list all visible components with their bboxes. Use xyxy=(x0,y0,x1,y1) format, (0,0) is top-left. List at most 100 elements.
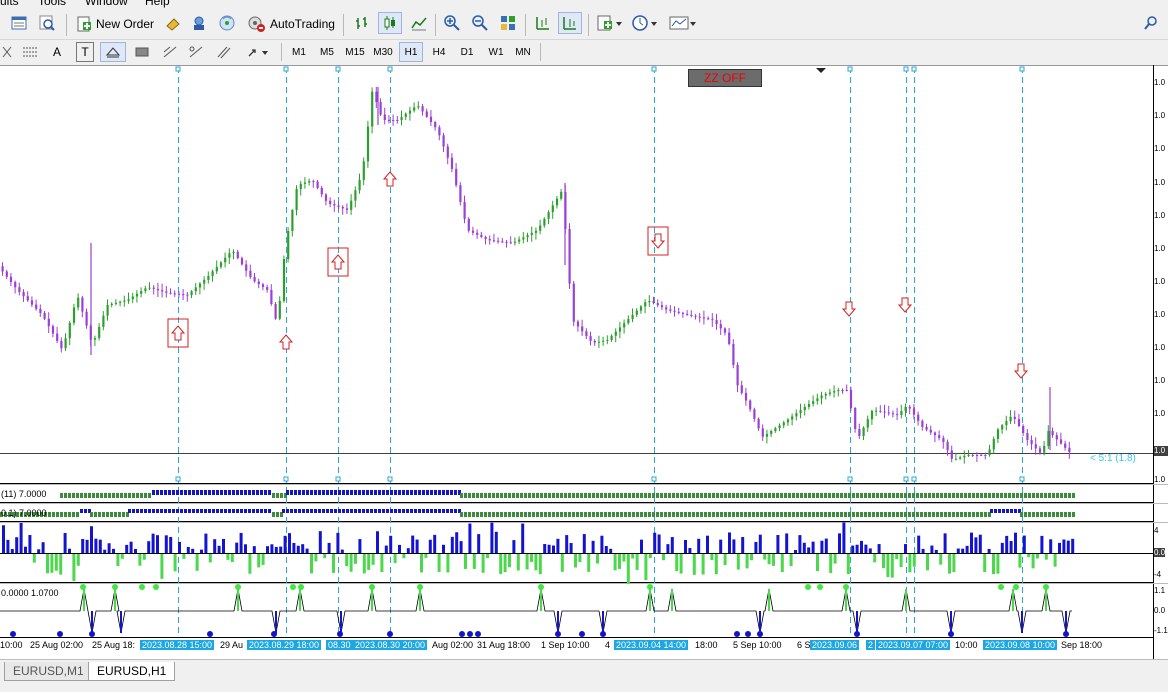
indicator-bar xyxy=(548,493,551,498)
autotrading-button[interactable]: AutoTrading xyxy=(244,12,346,36)
signal-line-handle[interactable] xyxy=(651,66,657,72)
indicator-bar xyxy=(232,490,235,495)
periods-dropdown-icon[interactable] xyxy=(630,12,660,34)
indicator-bar xyxy=(924,512,927,517)
indicator-bar xyxy=(904,512,907,517)
search-icon[interactable] xyxy=(1140,12,1162,34)
zoom-in-icon[interactable] xyxy=(441,12,463,34)
terminal-icon[interactable] xyxy=(188,12,210,34)
indicator-bar xyxy=(990,509,993,513)
histogram-bar xyxy=(266,546,269,553)
indicator-bar xyxy=(350,490,353,495)
candle-body xyxy=(841,390,844,391)
signal-line-handle[interactable] xyxy=(911,476,917,482)
candlestick-chart-icon[interactable] xyxy=(378,12,402,34)
signal-line-handle[interactable] xyxy=(387,66,393,72)
market-watch-icon[interactable] xyxy=(8,12,30,34)
navigator-zoom-icon[interactable] xyxy=(36,12,58,34)
trendline-tool-icon[interactable] xyxy=(160,42,180,62)
histogram-bar xyxy=(974,537,978,553)
menu-item-help[interactable]: Help xyxy=(145,0,170,8)
signal-line-handle[interactable] xyxy=(335,476,341,482)
menu-item-charts[interactable]: ults xyxy=(0,0,19,8)
indicator-bar xyxy=(362,509,365,513)
signals-icon[interactable] xyxy=(216,12,238,34)
indicator-bar xyxy=(688,493,691,498)
chart-window[interactable]: ZZ OFF < 5:1 (1.8) 1.0 1.0 1.0 1.0 1.0 1… xyxy=(0,65,1168,659)
candle-body xyxy=(114,302,118,304)
timeframe-m5[interactable]: M5 xyxy=(315,42,339,62)
menu-item-window[interactable]: Window xyxy=(85,0,128,8)
chart-shift-icon[interactable] xyxy=(532,12,554,34)
signal-line-handle[interactable] xyxy=(175,476,181,482)
auto-scroll-icon[interactable] xyxy=(558,12,582,34)
indicators-dropdown-icon[interactable] xyxy=(595,12,625,34)
chart-canvas[interactable] xyxy=(0,65,1168,659)
candle-body xyxy=(576,321,580,327)
indicator-bar xyxy=(454,490,457,495)
indicator-bar xyxy=(512,493,515,498)
zz-off-button[interactable]: ZZ OFF xyxy=(688,69,762,87)
text-tool-button[interactable]: A xyxy=(48,42,66,62)
signal-line-handle[interactable] xyxy=(1019,66,1025,72)
oscillator-axis-label: 0.0 xyxy=(1154,606,1166,615)
timeframe-m15[interactable]: M15 xyxy=(342,42,368,62)
candle-body xyxy=(333,203,336,206)
signal-line-handle[interactable] xyxy=(911,66,917,72)
candle-body xyxy=(207,275,210,280)
gann-tool-icon[interactable] xyxy=(186,42,206,62)
indicator-bar xyxy=(60,493,63,498)
rectangle-tool-icon[interactable] xyxy=(132,42,152,62)
indicator-bar xyxy=(892,493,895,498)
tab-eurusd-h1[interactable]: EURUSD,H1 xyxy=(88,662,176,681)
candle-body xyxy=(996,429,1000,439)
fibonacci-icon[interactable] xyxy=(20,42,40,62)
signal-line-handle[interactable] xyxy=(283,66,289,72)
signal-line-handle[interactable] xyxy=(651,476,657,482)
indicator-bar xyxy=(302,490,305,495)
candle-body xyxy=(1059,439,1063,444)
signal-line-handle[interactable] xyxy=(847,66,853,72)
signal-line-handle[interactable] xyxy=(283,476,289,482)
timeframe-m30[interactable]: M30 xyxy=(370,42,396,62)
timeframe-w1[interactable]: W1 xyxy=(484,42,508,62)
indicator-bar xyxy=(628,512,631,517)
indicator-bar xyxy=(724,512,727,517)
signal-line-handle[interactable] xyxy=(903,66,909,72)
timeframe-m1[interactable]: M1 xyxy=(287,42,311,62)
text-label-tool-button[interactable]: T xyxy=(76,42,94,62)
indicator-bar xyxy=(568,493,571,498)
arrows-dropdown-icon[interactable] xyxy=(244,42,272,62)
metaeditor-icon[interactable] xyxy=(162,12,184,34)
tile-windows-icon[interactable] xyxy=(497,12,519,34)
indicator-bar xyxy=(106,512,109,517)
candle-body xyxy=(93,338,97,340)
candle-body xyxy=(337,205,340,207)
zoom-out-icon[interactable] xyxy=(469,12,491,34)
new-order-button[interactable]: New Order xyxy=(72,12,164,36)
candle-body xyxy=(1026,433,1029,440)
signal-line-handle[interactable] xyxy=(1019,476,1025,482)
candle-body xyxy=(308,181,311,183)
signal-line-handle[interactable] xyxy=(335,66,341,72)
indicator-bar xyxy=(524,493,527,498)
timeframe-h1[interactable]: H1 xyxy=(399,42,423,62)
signal-line-handle[interactable] xyxy=(847,476,853,482)
chart-shift-marker[interactable] xyxy=(816,68,826,73)
indicator-e-icon[interactable] xyxy=(0,42,14,62)
timeframe-mn[interactable]: MN xyxy=(511,42,535,62)
line-chart-icon[interactable] xyxy=(408,12,430,34)
signal-line-handle[interactable] xyxy=(903,476,909,482)
signal-line-handle[interactable] xyxy=(175,66,181,72)
menu-item-tools[interactable]: Tools xyxy=(38,0,66,8)
bar-chart-icon[interactable] xyxy=(351,12,373,34)
tab-eurusd-m1[interactable]: EURUSD,M1 xyxy=(4,662,93,681)
timeframe-d1[interactable]: D1 xyxy=(455,42,479,62)
signal-line-handle[interactable] xyxy=(387,476,393,482)
histogram-bar xyxy=(63,533,67,553)
timeframe-h4[interactable]: H4 xyxy=(427,42,451,62)
candle-body xyxy=(648,301,651,303)
triangle-tool-icon[interactable] xyxy=(100,42,126,62)
templates-dropdown-icon[interactable] xyxy=(667,12,699,34)
channel-tool-icon[interactable] xyxy=(214,42,234,62)
